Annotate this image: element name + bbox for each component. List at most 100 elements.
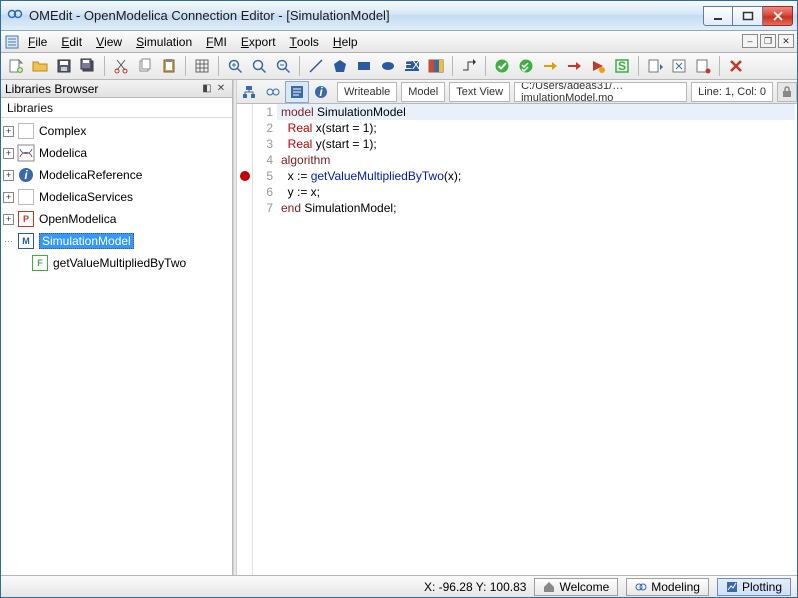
expand-icon[interactable]: + bbox=[3, 214, 14, 225]
mdi-close-button[interactable]: ✕ bbox=[778, 34, 794, 48]
undock-icon[interactable]: ◧ bbox=[200, 82, 214, 96]
simulation-setup-button[interactable]: S bbox=[611, 55, 633, 77]
lock-icon[interactable] bbox=[777, 82, 797, 102]
window-title: OMEdit - OpenModelica Connection Editor … bbox=[29, 8, 703, 23]
tree-item-complex[interactable]: + Complex bbox=[1, 120, 232, 142]
shape-rect-button[interactable] bbox=[353, 55, 375, 77]
zoom-out-button[interactable] bbox=[272, 55, 294, 77]
view-diagram-button[interactable] bbox=[261, 81, 285, 103]
menu-edit[interactable]: Edit bbox=[54, 31, 89, 52]
code-text[interactable]: model SimulationModel Real x(start = 1);… bbox=[277, 104, 797, 575]
save-button[interactable] bbox=[53, 55, 75, 77]
writeable-status[interactable]: Writeable bbox=[337, 82, 397, 102]
tree-icon bbox=[17, 188, 35, 206]
tree-item-label: getValueMultipliedByTwo bbox=[53, 256, 186, 270]
check-all-button[interactable] bbox=[515, 55, 537, 77]
menubar: FileEditViewSimulationFMIExportToolsHelp… bbox=[1, 31, 797, 53]
shape-polygon-button[interactable] bbox=[329, 55, 351, 77]
menu-fmi[interactable]: FMI bbox=[199, 31, 234, 52]
open-file-button[interactable] bbox=[29, 55, 51, 77]
export-figaro-button[interactable] bbox=[692, 55, 714, 77]
clear-button[interactable] bbox=[725, 55, 747, 77]
instantiate-button[interactable] bbox=[539, 55, 561, 77]
zoom-reset-button[interactable] bbox=[248, 55, 270, 77]
plotting-tab-button[interactable]: Plotting bbox=[717, 578, 791, 596]
view-icon-button[interactable] bbox=[237, 81, 261, 103]
tree-icon bbox=[17, 144, 35, 162]
menu-simulation[interactable]: Simulation bbox=[129, 31, 199, 52]
welcome-tab-label: Welcome bbox=[559, 580, 609, 594]
grid-button[interactable] bbox=[191, 55, 213, 77]
cut-button[interactable] bbox=[110, 55, 132, 77]
panel-close-icon[interactable]: ✕ bbox=[214, 82, 228, 96]
menu-file[interactable]: File bbox=[21, 31, 54, 52]
save-all-button[interactable] bbox=[77, 55, 99, 77]
zoom-in-button[interactable] bbox=[224, 55, 246, 77]
modeling-tab-button[interactable]: Modeling bbox=[626, 578, 709, 596]
menu-view[interactable]: View bbox=[89, 31, 129, 52]
tree-item-label: ModelicaReference bbox=[39, 168, 142, 182]
menu-tools[interactable]: Tools bbox=[283, 31, 326, 52]
copy-button[interactable] bbox=[134, 55, 156, 77]
breakpoint-gutter[interactable] bbox=[237, 104, 253, 575]
editor-toolbar: i Writeable Model Text View C:/Users/ade… bbox=[237, 80, 797, 104]
export-fmu-button[interactable] bbox=[644, 55, 666, 77]
mdi-restore-button[interactable]: ❐ bbox=[760, 34, 776, 48]
check-model-button[interactable] bbox=[491, 55, 513, 77]
shape-text-button[interactable]: TEXT bbox=[401, 55, 423, 77]
editor-area: i Writeable Model Text View C:/Users/ade… bbox=[237, 80, 797, 575]
shape-line-button[interactable] bbox=[305, 55, 327, 77]
simulate-anim-button[interactable] bbox=[587, 55, 609, 77]
tree-icon: M bbox=[17, 232, 35, 250]
tree-item-label: ModelicaServices bbox=[39, 190, 133, 204]
expand-icon[interactable]: + bbox=[3, 148, 14, 159]
doc-system-icon[interactable] bbox=[3, 31, 21, 52]
tree-item-simulationmodel[interactable]: ⋯MSimulationModel bbox=[1, 230, 232, 252]
libraries-tree[interactable]: +Complex+Modelica+iModelicaReference+Mod… bbox=[1, 118, 232, 575]
cursor-pos-field: Line: 1, Col: 0 bbox=[691, 82, 773, 102]
tree-item-label: Complex bbox=[39, 124, 86, 138]
minimize-button[interactable] bbox=[703, 6, 733, 26]
titlebar: OMEdit - OpenModelica Connection Editor … bbox=[1, 1, 797, 31]
expand-icon[interactable]: + bbox=[3, 170, 14, 181]
simulate-button[interactable] bbox=[563, 55, 585, 77]
code-editor[interactable]: 1234567 model SimulationModel Real x(sta… bbox=[237, 104, 797, 575]
svg-text:TEXT: TEXT bbox=[404, 58, 420, 72]
shape-bitmap-button[interactable] bbox=[425, 55, 447, 77]
tree-item-getvaluemultipliedbytwo[interactable]: FgetValueMultipliedByTwo bbox=[1, 252, 232, 274]
view-text-button[interactable] bbox=[285, 81, 309, 103]
menu-export[interactable]: Export bbox=[234, 31, 283, 52]
tree-item-label: OpenModelica bbox=[39, 212, 116, 226]
menu-help[interactable]: Help bbox=[326, 31, 365, 52]
main-toolbar: TEXT S bbox=[1, 53, 797, 80]
menu-items: FileEditViewSimulationFMIExportToolsHelp bbox=[21, 31, 365, 52]
breakpoint-icon[interactable] bbox=[240, 171, 250, 181]
tree-item-label: Modelica bbox=[39, 146, 87, 160]
tree-icon: F bbox=[31, 254, 49, 272]
plotting-tab-label: Plotting bbox=[742, 580, 782, 594]
scope-field[interactable]: Model bbox=[401, 82, 445, 102]
window-buttons bbox=[703, 6, 793, 26]
connect-mode-button[interactable] bbox=[458, 55, 480, 77]
expand-icon[interactable]: + bbox=[3, 192, 14, 203]
welcome-tab-button[interactable]: Welcome bbox=[534, 578, 618, 596]
tree-item-modelicaservices[interactable]: + ModelicaServices bbox=[1, 186, 232, 208]
expand-icon[interactable]: + bbox=[3, 126, 14, 137]
tree-icon: i bbox=[17, 166, 35, 184]
maximize-button[interactable] bbox=[733, 6, 763, 26]
mdi-minimize-button[interactable]: – bbox=[742, 34, 758, 48]
new-file-button[interactable] bbox=[5, 55, 27, 77]
file-path-field[interactable]: C:/Users/adeas31/…imulationModel.mo bbox=[514, 82, 687, 102]
tree-item-openmodelica[interactable]: +POpenModelica bbox=[1, 208, 232, 230]
paste-button[interactable] bbox=[158, 55, 180, 77]
app-window: OMEdit - OpenModelica Connection Editor … bbox=[0, 0, 798, 598]
close-button[interactable] bbox=[763, 6, 793, 26]
view-mode-field[interactable]: Text View bbox=[449, 82, 510, 102]
tree-item-modelicareference[interactable]: +i ModelicaReference bbox=[1, 164, 232, 186]
libraries-heading: Libraries bbox=[1, 98, 232, 118]
export-xml-button[interactable] bbox=[668, 55, 690, 77]
shape-ellipse-button[interactable] bbox=[377, 55, 399, 77]
view-doc-button[interactable]: i bbox=[309, 81, 333, 103]
app-icon bbox=[7, 6, 23, 25]
tree-item-modelica[interactable]: + Modelica bbox=[1, 142, 232, 164]
